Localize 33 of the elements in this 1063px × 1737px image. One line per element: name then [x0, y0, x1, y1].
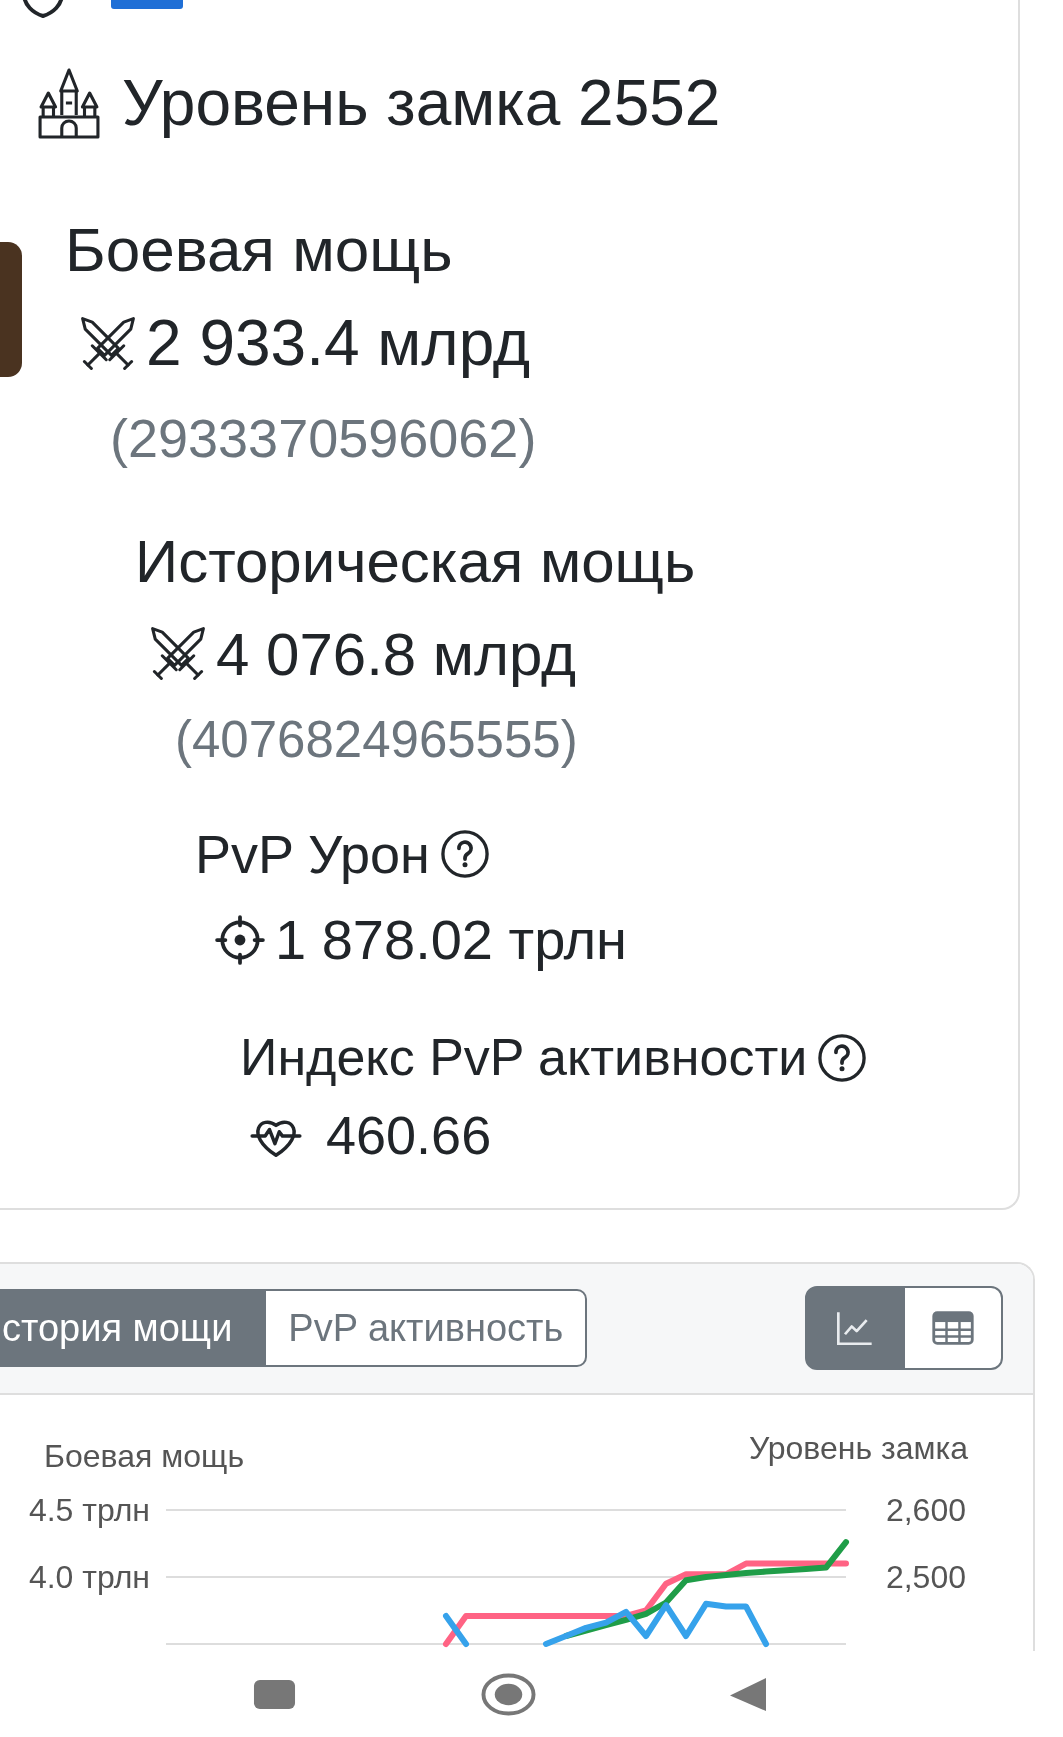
crosshair-icon — [215, 914, 265, 965]
axis-tick-label: 4.0 трлн — [28, 1558, 150, 1595]
axis-title: Уровень замка — [748, 1429, 968, 1466]
help-icon[interactable] — [817, 1032, 868, 1083]
stat-label: Историческая мощь — [135, 526, 696, 596]
crossed-swords-icon — [80, 315, 136, 372]
square-icon[interactable] — [253, 1678, 296, 1710]
axis-tick-label: 4.5 трлн — [28, 1491, 150, 1528]
stat-value: 460.66 — [326, 1103, 492, 1166]
axis-tick-label: 2,500 — [885, 1558, 966, 1595]
chart-view-button[interactable] — [805, 1286, 905, 1371]
stat-label: Индекс PvP активности — [240, 1027, 808, 1088]
castle-icon — [38, 67, 100, 140]
ring-icon[interactable] — [481, 1672, 536, 1716]
exact-value: (4076824965555) — [175, 710, 578, 770]
castle-level-title: Уровень замка 2552 — [122, 66, 721, 141]
tab[interactable]: PvP активность — [264, 1289, 588, 1368]
header-strip — [111, 0, 183, 9]
help-icon[interactable] — [439, 829, 490, 880]
tab[interactable]: стория мощи — [0, 1289, 267, 1368]
table-icon — [932, 1311, 974, 1346]
crossed-swords-icon — [150, 626, 206, 683]
axis-tick-label: 2,600 — [885, 1491, 966, 1528]
table-view-button[interactable] — [903, 1286, 1003, 1371]
stat-value: 2 933.4 млрд — [146, 307, 531, 381]
stat-label: PvP Урон — [195, 823, 430, 886]
stat-value: 4 076.8 млрд — [216, 619, 577, 689]
axis-title: Боевая мощь — [44, 1437, 245, 1474]
stat-value: 1 878.02 трлн — [275, 907, 628, 972]
exact-value: (2933370596062) — [110, 406, 537, 469]
line-chart-icon — [835, 1309, 875, 1348]
back-icon[interactable] — [729, 1676, 767, 1712]
stat-label: Боевая мощь — [65, 213, 453, 286]
